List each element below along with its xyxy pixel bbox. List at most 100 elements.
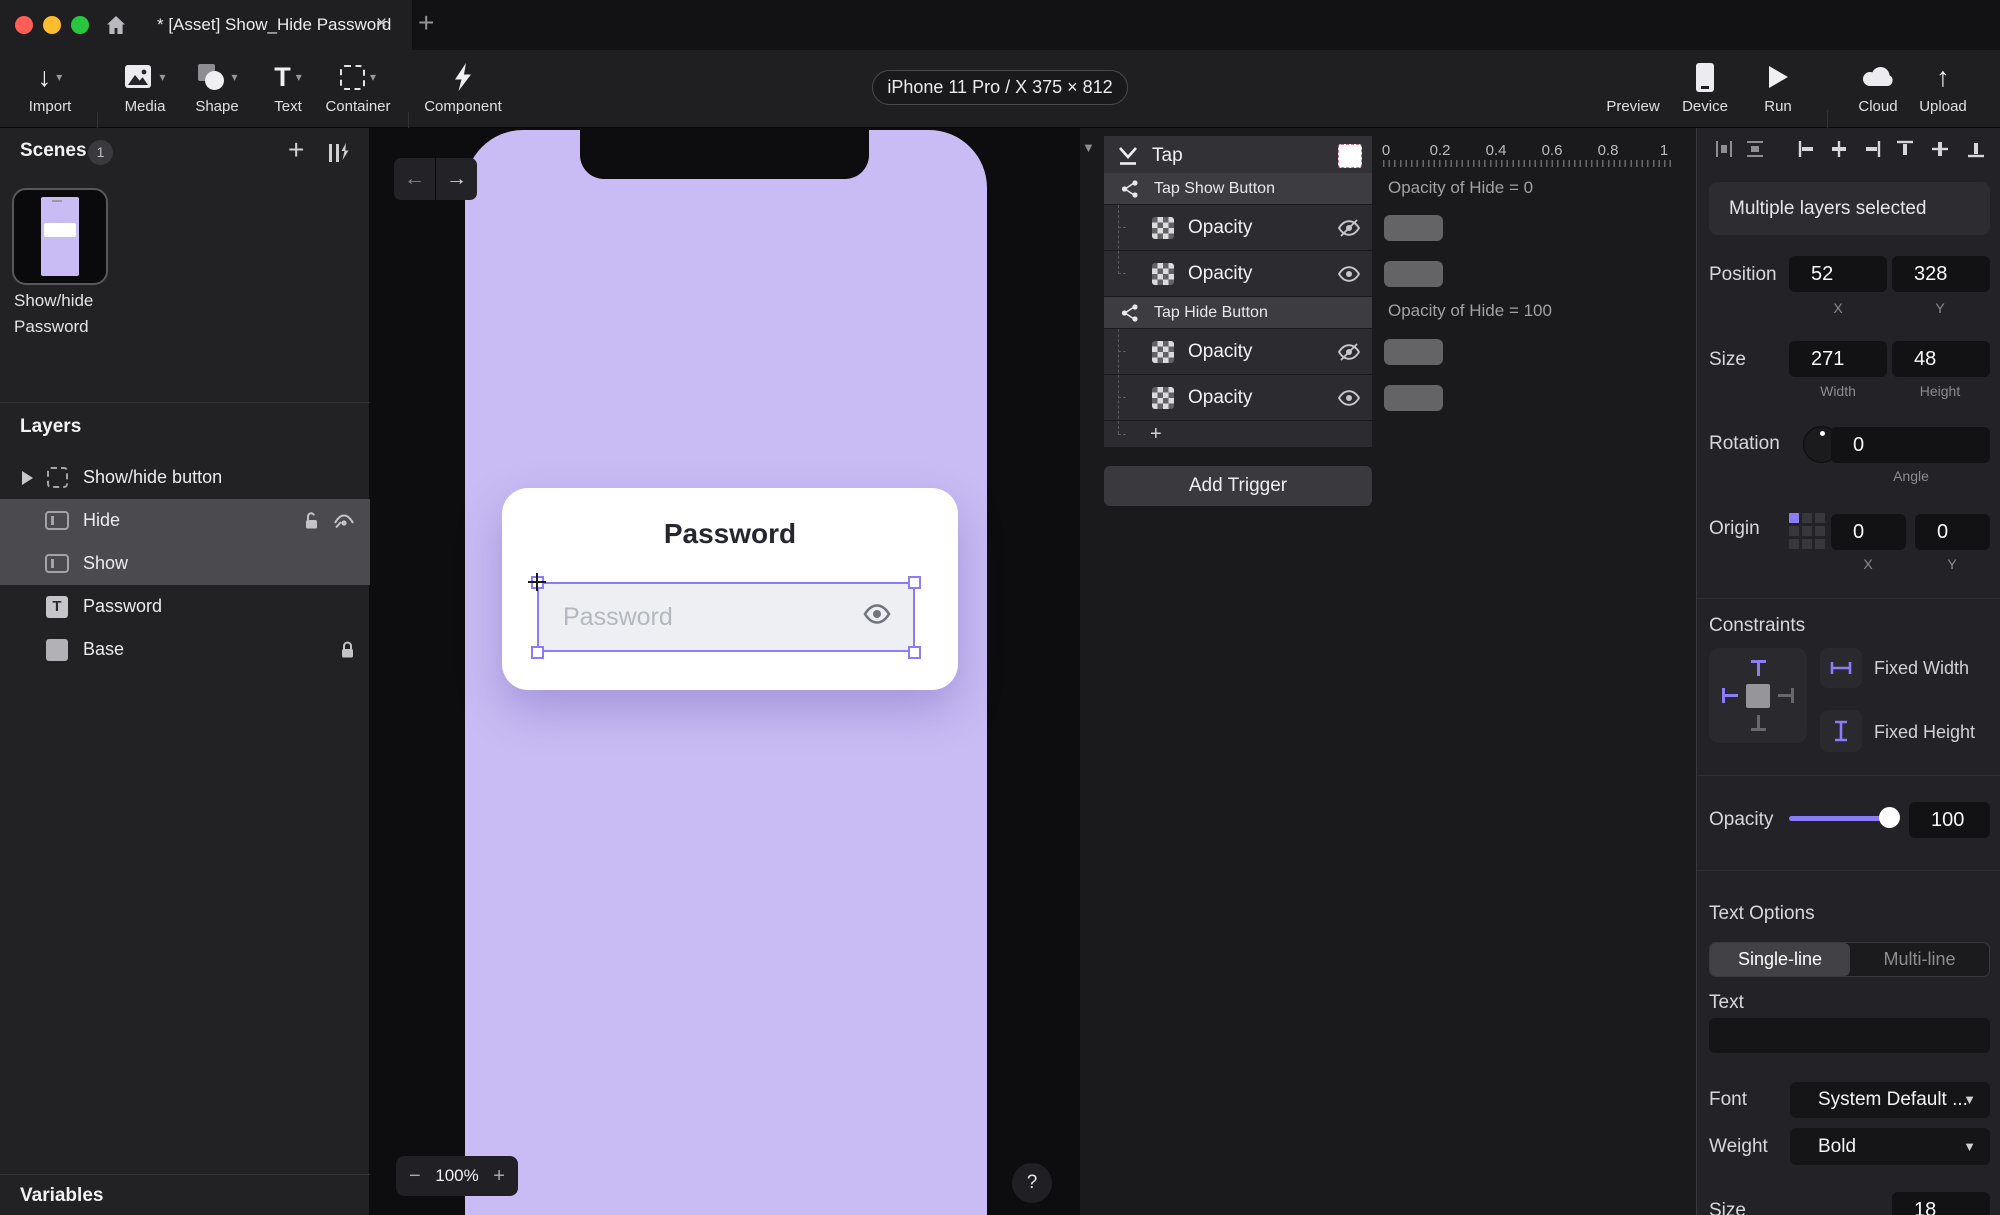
timeline-bar[interactable] <box>1384 261 1443 287</box>
timeline-bar[interactable] <box>1384 339 1443 365</box>
pin-left-icon[interactable] <box>1725 694 1738 697</box>
single-line-tab[interactable]: Single-line <box>1710 943 1850 976</box>
size-height-input[interactable]: 48 <box>1892 341 1990 377</box>
new-tab-button[interactable]: + <box>418 0 434 50</box>
weight-label: Weight <box>1709 1136 1768 1157</box>
add-response-row[interactable]: + <box>1104 421 1372 447</box>
align-top-icon[interactable] <box>1894 138 1916 160</box>
trigger-color-swatch[interactable] <box>1338 144 1362 168</box>
opacity-slider-thumb[interactable] <box>1879 807 1900 828</box>
unlock-icon[interactable] <box>303 511 320 530</box>
font-dropdown[interactable]: System Default ... ▼ <box>1790 1082 1990 1118</box>
scene-panel-icon[interactable] <box>326 140 352 166</box>
multi-line-tab[interactable]: Multi-line <box>1850 943 1989 976</box>
interactions-panel: ▼ Tap Tap Show Button Opacity Opacity Ta… <box>1080 128 1696 1215</box>
eye-off-icon[interactable] <box>1336 342 1362 362</box>
upload-button[interactable]: ↑ Upload <box>1888 57 1998 115</box>
pin-right-icon[interactable] <box>1778 694 1791 697</box>
font-size-input[interactable]: 18 <box>1892 1192 1990 1215</box>
timeline-bar[interactable] <box>1384 385 1443 411</box>
origin-grid-icon[interactable] <box>1789 513 1826 550</box>
window-zoom-button[interactable] <box>71 16 89 34</box>
tree-line <box>1118 351 1126 352</box>
response-row-opacity[interactable]: Opacity <box>1104 329 1372 374</box>
text-value-input[interactable] <box>1709 1018 1990 1053</box>
expand-triangle-icon[interactable] <box>22 470 33 485</box>
align-right-icon[interactable] <box>1861 138 1883 160</box>
event-icon <box>1121 303 1138 322</box>
selection-handle[interactable] <box>531 646 544 659</box>
tab-close-icon[interactable]: × <box>376 0 387 50</box>
response-row-opacity[interactable]: Opacity <box>1104 251 1372 296</box>
rotation-angle-input[interactable]: 0 <box>1831 427 1990 463</box>
timeline-ruler[interactable] <box>1383 160 1675 167</box>
card-title: Password <box>663 518 797 549</box>
angle-label: Angle <box>1893 468 1929 484</box>
opacity-response-icon <box>1152 340 1174 363</box>
pin-bottom-icon[interactable] <box>1751 728 1766 731</box>
layer-row-base[interactable]: Base <box>0 628 370 671</box>
constraints-widget[interactable] <box>1709 648 1807 743</box>
layer-row-show-hide-button[interactable]: Show/hide button <box>0 456 370 499</box>
zoom-level[interactable]: 100% <box>435 1166 478 1186</box>
eye-icon[interactable] <box>1336 264 1362 284</box>
selection-rect[interactable] <box>537 582 915 652</box>
run-button[interactable]: Run <box>1723 57 1833 115</box>
fixed-height-button[interactable] <box>1820 710 1862 752</box>
selection-handle[interactable] <box>908 646 921 659</box>
scene-thumb-title <box>52 200 62 202</box>
response-row-opacity[interactable]: Opacity <box>1104 375 1372 420</box>
scene-thumbnail[interactable] <box>12 188 108 285</box>
pin-right-icon[interactable] <box>1791 688 1794 703</box>
eye-icon[interactable] <box>1336 388 1362 408</box>
pin-top-icon[interactable] <box>1757 663 1760 676</box>
response-row-opacity[interactable]: Opacity <box>1104 205 1372 250</box>
component-tool[interactable]: Component <box>408 57 518 115</box>
size-width-input[interactable]: 271 <box>1789 341 1887 377</box>
zoom-out-button[interactable]: − <box>409 1165 421 1188</box>
trigger-row-tap[interactable]: Tap <box>1104 136 1372 176</box>
container-tool[interactable]: ▾ Container <box>303 57 413 115</box>
add-scene-button[interactable]: + <box>288 134 304 166</box>
add-trigger-button[interactable]: Add Trigger <box>1104 466 1372 506</box>
origin-x-input[interactable]: 0 <box>1831 514 1906 550</box>
help-button[interactable]: ? <box>1012 1163 1052 1203</box>
device-selector[interactable]: iPhone 11 Pro / X 375 × 812 <box>872 70 1128 105</box>
eye-hidden-icon[interactable] <box>332 511 356 530</box>
window-close-button[interactable] <box>15 16 33 34</box>
weight-dropdown[interactable]: Bold ▼ <box>1790 1128 1990 1165</box>
align-middle-vertical-icon[interactable] <box>1929 138 1951 160</box>
pin-bottom-icon[interactable] <box>1757 715 1760 728</box>
section-divider <box>1697 870 2000 871</box>
position-y-input[interactable]: 328 <box>1892 256 1990 292</box>
fixed-width-button[interactable] <box>1820 648 1862 688</box>
event-row-tap-hide-button[interactable]: Tap Hide Button <box>1104 297 1372 328</box>
origin-y-input[interactable]: 0 <box>1915 514 1990 550</box>
zoom-in-button[interactable]: + <box>493 1165 505 1188</box>
align-left-icon[interactable] <box>1796 138 1818 160</box>
home-icon[interactable] <box>104 13 128 37</box>
tab-title[interactable]: * [Asset] Show_Hide Password <box>157 0 391 50</box>
window-minimize-button[interactable] <box>43 16 61 34</box>
event-row-tap-show-button[interactable]: Tap Show Button <box>1104 173 1372 204</box>
timeline-bar[interactable] <box>1384 215 1443 241</box>
distribute-vertical-icon[interactable] <box>1744 138 1766 160</box>
undo-back-button[interactable]: ← <box>394 158 435 200</box>
variables-bar[interactable]: Variables <box>0 1174 370 1215</box>
lock-icon[interactable] <box>339 640 356 659</box>
layer-row-show[interactable]: Show <box>0 542 370 585</box>
distribute-horizontal-icon[interactable] <box>1713 138 1735 160</box>
collapse-panel-icon[interactable]: ▼ <box>1082 140 1095 155</box>
opacity-value-input[interactable]: 100 <box>1909 802 1990 838</box>
eye-off-icon[interactable] <box>1336 218 1362 238</box>
canvas[interactable]: ← → Password Password − 100% + ? <box>370 128 1080 1215</box>
layer-row-password[interactable]: T Password <box>0 585 370 628</box>
align-center-horizontal-icon[interactable] <box>1828 138 1850 160</box>
redo-forward-button[interactable]: → <box>436 158 477 200</box>
position-x-input[interactable]: 52 <box>1789 256 1887 292</box>
event-icon <box>1121 179 1138 198</box>
align-bottom-icon[interactable] <box>1965 138 1987 160</box>
scene-name[interactable]: Show/hide Password <box>14 288 154 341</box>
selection-handle[interactable] <box>908 576 921 589</box>
layer-row-hide[interactable]: Hide <box>0 499 370 542</box>
